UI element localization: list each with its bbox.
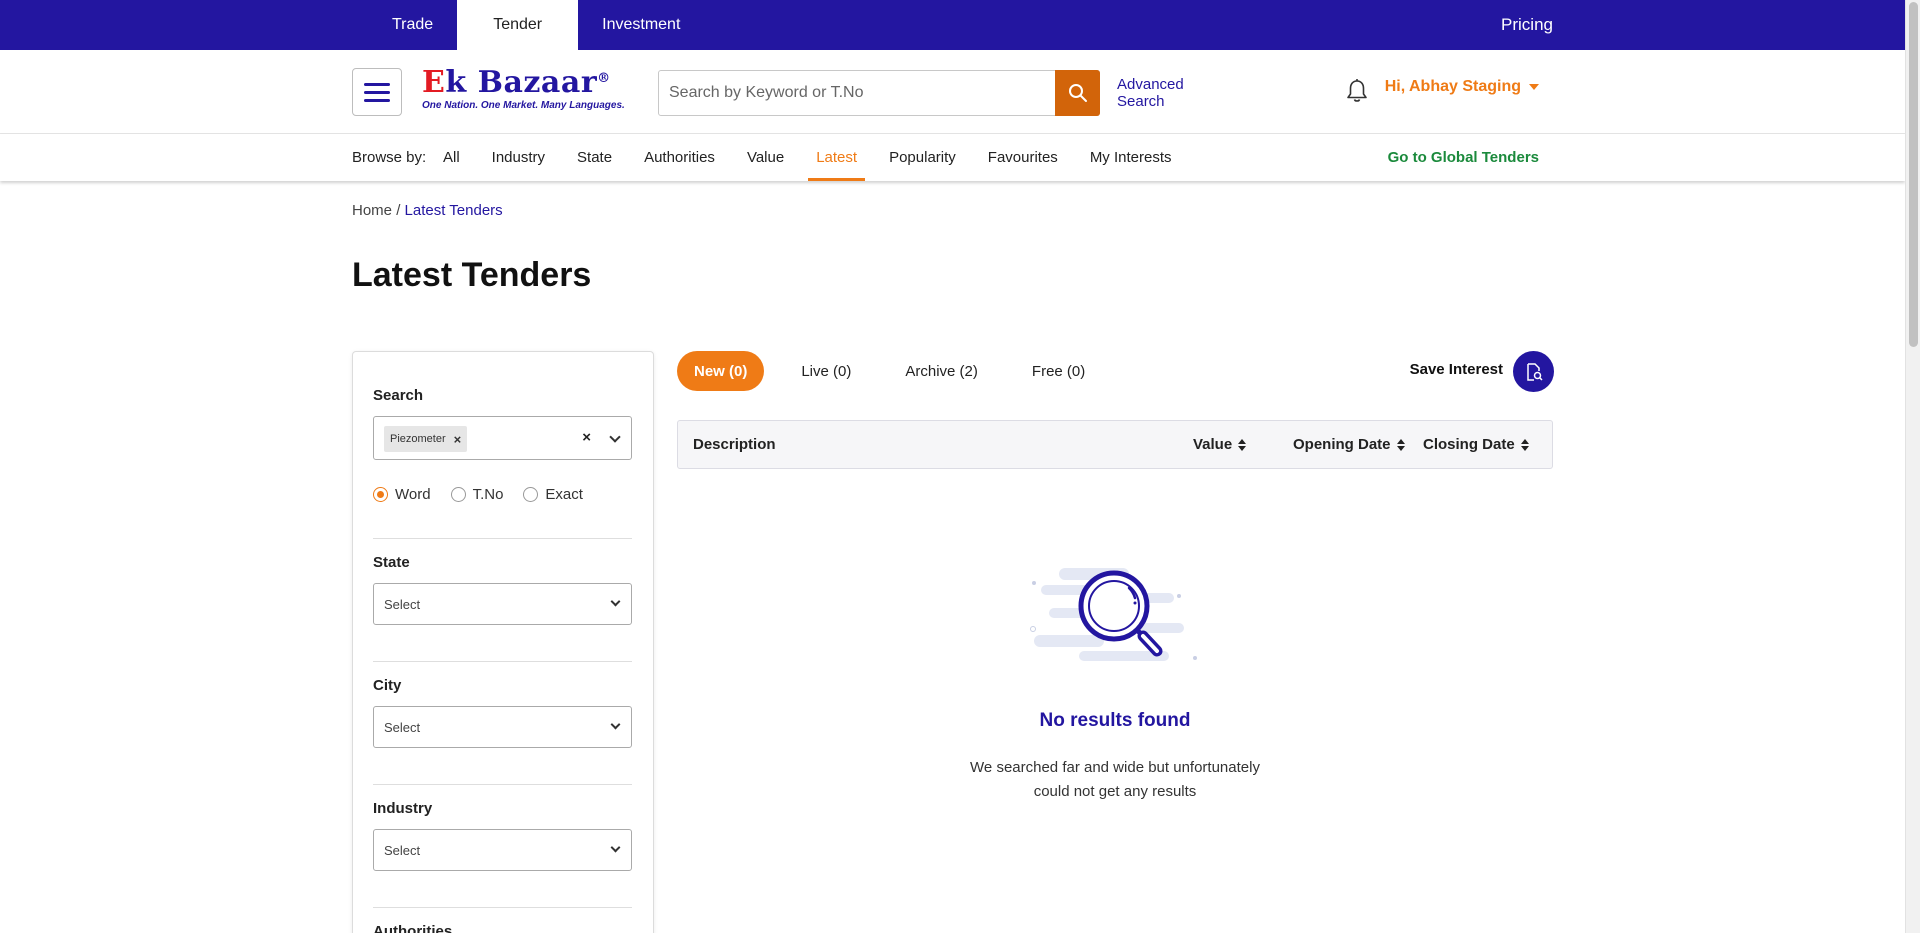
chevron-down-icon: [610, 719, 621, 730]
empty-message: We searched far and wide but unfortunate…: [677, 756, 1553, 804]
chevron-down-icon[interactable]: [609, 431, 621, 443]
divider: [373, 907, 632, 908]
page-scrollbar[interactable]: [1905, 0, 1920, 933]
browse-item-industry[interactable]: Industry: [476, 134, 561, 181]
divider: [373, 661, 632, 662]
state-filter-label: State: [373, 554, 410, 571]
city-select-value: Select: [384, 720, 421, 735]
chevron-down-icon: [610, 842, 621, 853]
radio-dot: [450, 487, 466, 502]
search-filter-label: Search: [373, 387, 424, 404]
empty-title: No results found: [1039, 710, 1191, 731]
breadcrumb-separator: /: [396, 202, 401, 219]
empty-message-line2: could not get any results: [1033, 783, 1197, 800]
filter-panel: Search Piezometer × × Word T.No Exact St…: [352, 351, 654, 933]
remove-chip-icon[interactable]: ×: [454, 432, 462, 447]
tab-tender[interactable]: Tender: [457, 0, 579, 50]
radio-exact-label: Exact: [545, 486, 583, 503]
city-select[interactable]: Select: [373, 706, 632, 748]
industry-select[interactable]: Select: [373, 829, 632, 871]
page-title: Latest Tenders: [352, 256, 592, 294]
breadcrumb: Home / Latest Tenders: [352, 202, 503, 219]
industry-select-value: Select: [384, 843, 421, 858]
state-select-value: Select: [384, 597, 421, 612]
state-select[interactable]: Select: [373, 583, 632, 625]
radio-word[interactable]: Word: [373, 486, 431, 503]
browse-item-all[interactable]: All: [443, 134, 476, 181]
industry-filter-label: Industry: [373, 800, 433, 817]
logo-tagline: One Nation. One Market. Many Languages.: [422, 100, 625, 111]
radio-dot: [373, 487, 388, 502]
menu-icon-line: [364, 98, 390, 102]
browse-label: Browse by:: [352, 149, 427, 166]
menu-icon: [364, 82, 390, 86]
radio-dot: [523, 487, 539, 502]
empty-state: No results found We searched far and wid…: [677, 0, 1553, 933]
authorities-filter-label: Authorities: [373, 923, 453, 933]
keyword-multiselect[interactable]: Piezometer × ×: [373, 416, 632, 460]
breadcrumb-current[interactable]: Latest Tenders: [405, 202, 503, 219]
radio-word-label: Word: [395, 486, 431, 503]
radio-exact[interactable]: Exact: [523, 486, 583, 503]
divider: [373, 538, 632, 539]
clear-icon[interactable]: ×: [582, 429, 591, 446]
tab-trade[interactable]: Trade: [368, 0, 457, 50]
scrollbar-thumb[interactable]: [1909, 2, 1918, 347]
top-nav: Trade Tender Investment: [368, 0, 704, 50]
keyword-chip-label: Piezometer: [390, 433, 446, 445]
keyword-chip: Piezometer ×: [384, 426, 468, 452]
hamburger-menu-button[interactable]: [352, 68, 402, 116]
radio-tno[interactable]: T.No: [450, 486, 504, 503]
city-filter-label: City: [373, 677, 402, 694]
divider: [373, 784, 632, 785]
menu-icon-line: [364, 90, 390, 94]
browse-item-state[interactable]: State: [561, 134, 628, 181]
logo-text-rest: k Bazaar: [445, 65, 598, 100]
empty-message-line1: We searched far and wide but unfortunate…: [970, 759, 1260, 776]
breadcrumb-home[interactable]: Home: [352, 202, 392, 219]
logo[interactable]: Ek Bazaar® One Nation. One Market. Many …: [422, 66, 632, 118]
radio-tno-label: T.No: [472, 486, 504, 503]
search-mode-radios: Word T.No Exact: [373, 486, 583, 503]
logo-text: Ek Bazaar®: [422, 65, 611, 100]
chevron-down-icon: [610, 596, 621, 607]
